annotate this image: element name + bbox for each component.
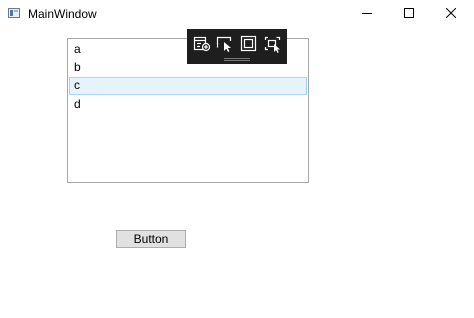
track-focused-element-button[interactable]	[263, 35, 283, 53]
list-item-d[interactable]: d	[69, 96, 307, 114]
toolbar-drag-handle[interactable]	[224, 58, 250, 61]
live-visual-tree-icon	[193, 36, 211, 52]
maximize-button[interactable]	[386, 0, 432, 28]
title-bar: MainWindow	[0, 0, 474, 28]
minimize-button[interactable]	[344, 0, 390, 28]
minimize-icon	[362, 13, 372, 14]
display-layout-adorners-button[interactable]	[239, 35, 259, 53]
main-button[interactable]: Button	[116, 230, 186, 248]
debug-toolbar	[187, 29, 287, 64]
track-focused-element-icon	[264, 36, 281, 53]
close-icon	[446, 8, 456, 18]
close-button[interactable]	[428, 0, 474, 28]
window-title: MainWindow	[28, 7, 97, 21]
display-layout-adorners-icon	[240, 35, 257, 52]
list-item-c-selected[interactable]: c	[69, 77, 307, 95]
live-visual-tree-button[interactable]	[192, 35, 212, 53]
maximize-icon	[404, 8, 414, 18]
app-icon	[8, 8, 20, 18]
select-element-button[interactable]	[215, 35, 235, 53]
select-element-icon	[216, 36, 232, 52]
